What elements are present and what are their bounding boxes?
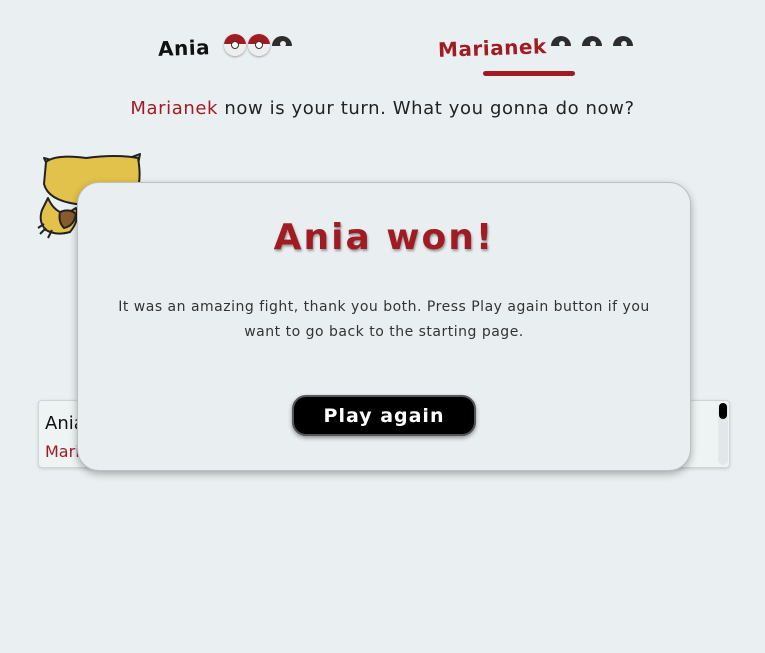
play-again-button[interactable]: Play again: [292, 395, 476, 436]
pokeball-used-icon: [550, 36, 571, 46]
turn-message: Marianek now is your turn. What you gonn…: [0, 98, 765, 119]
pokeball-icon: [248, 34, 271, 56]
pokeball-used-icon: [272, 36, 293, 46]
modal-title: Ania won!: [273, 217, 495, 258]
log-scrollbar-thumb[interactable]: [719, 403, 727, 419]
pokeball-icon: [224, 34, 247, 56]
turn-player-name: Marianek: [130, 98, 219, 119]
player-2-name: Marianek: [437, 34, 548, 62]
player-1-header: Ania: [157, 34, 303, 61]
active-player-underline: [483, 71, 575, 76]
turn-message-text: now is your turn. What you gonna do now?: [218, 98, 635, 119]
pokeball-used-icon: [581, 36, 602, 46]
modal-text: It was an amazing fight, thank you both.…: [118, 299, 650, 340]
pokeball-used-icon: [612, 36, 633, 46]
log-line: Mari: [45, 442, 80, 461]
player-1-name: Ania: [157, 35, 211, 61]
winner-modal: Ania won! It was an amazing fight, thank…: [77, 182, 691, 471]
log-scrollbar[interactable]: [718, 403, 728, 465]
player-2-header: Marianek: [437, 34, 644, 62]
